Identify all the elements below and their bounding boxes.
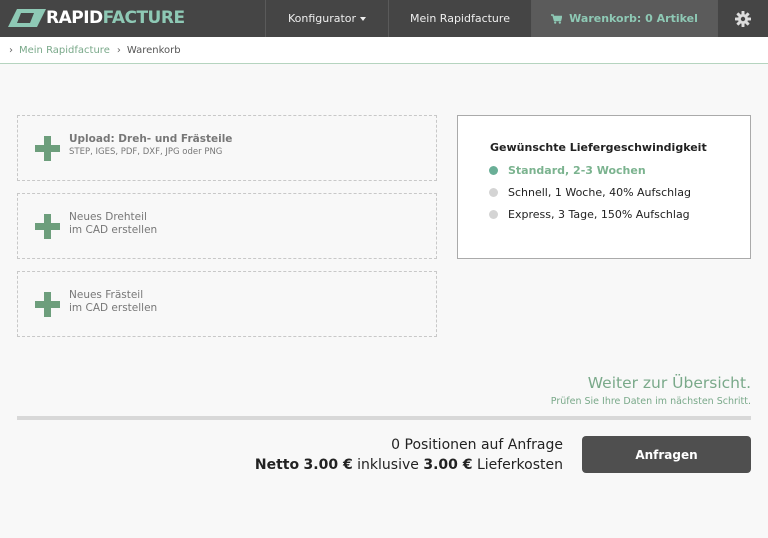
plus-icon <box>35 292 60 317</box>
new-fraesteil-box[interactable]: Neues Frästeil im CAD erstellen <box>17 271 437 337</box>
radio-selected-icon <box>489 166 498 175</box>
upload-formats: STEP, IGES, PDF, DXF, JPG oder PNG <box>69 147 223 157</box>
top-navigation-bar: RAPIDFACTURE Konfigurator Mein Rapidfact… <box>0 0 768 37</box>
plus-icon <box>35 136 60 161</box>
nav-cart[interactable]: Warenkorb: 0 Artikel <box>531 0 717 37</box>
new-drehteil-title: Neues Drehteil <box>69 211 147 223</box>
chevron-right-icon: › <box>116 44 121 56</box>
delivery-cost-value: 3.00 € <box>423 457 473 473</box>
breadcrumb: › Mein Rapidfacture › Warenkorb <box>0 37 768 64</box>
next-step-title: Weiter zur Übersicht. <box>587 374 751 392</box>
new-fraesteil-title: Neues Frästeil <box>69 289 144 301</box>
upload-parts-box[interactable]: Upload: Dreh- und Frästeile STEP, IGES, … <box>17 115 437 181</box>
positions-count: 0 Positionen auf Anfrage <box>391 437 563 453</box>
netto-label: Netto <box>254 457 300 473</box>
speed-option-label: Schnell, 1 Woche, 40% Aufschlag <box>508 186 691 199</box>
new-drehteil-box[interactable]: Neues Drehteil im CAD erstellen <box>17 193 437 259</box>
nav-mein-label: Mein Rapidfacture <box>410 12 510 25</box>
divider <box>17 416 751 420</box>
delivery-speed-title: Gewünschte Liefergeschwindigkeit <box>490 141 707 154</box>
next-step-subtitle: Prüfen Sie Ihre Daten im nächsten Schrit… <box>550 396 751 407</box>
speed-option-label: Express, 3 Tage, 150% Aufschlag <box>508 208 690 221</box>
netto-total: Netto 3.00 € inklusive 3.00 € Lieferkost… <box>255 457 563 473</box>
logo-text: RAPIDFACTURE <box>46 8 185 28</box>
new-drehteil-sub: im CAD erstellen <box>69 224 158 236</box>
plus-icon <box>35 214 60 239</box>
netto-value: 3.00 € <box>303 457 353 473</box>
nav-cart-label: Warenkorb: 0 Artikel <box>569 12 698 25</box>
upload-title: Upload: Dreh- und Frästeile <box>69 133 233 145</box>
nav-konfigurator-label: Konfigurator <box>287 12 357 25</box>
anfragen-button[interactable]: Anfragen <box>582 436 751 473</box>
new-fraesteil-sub: im CAD erstellen <box>69 302 158 314</box>
cart-icon <box>551 13 563 24</box>
chevron-right-icon: › <box>9 44 13 56</box>
breadcrumb-link-mein[interactable]: Mein Rapidfacture <box>19 45 110 56</box>
nav-mein-rapidfacture[interactable]: Mein Rapidfacture <box>388 0 531 37</box>
radio-icon <box>489 188 498 197</box>
parallelogram-logo-icon <box>8 9 46 27</box>
breadcrumb-current: Warenkorb <box>126 44 181 56</box>
gear-icon <box>735 10 751 27</box>
delivery-speed-panel: Gewünschte Liefergeschwindigkeit Standar… <box>457 115 751 259</box>
speed-option-label: Standard, 2-3 Wochen <box>508 164 646 177</box>
radio-icon <box>489 210 498 219</box>
speed-option-standard[interactable]: Standard, 2-3 Wochen <box>489 164 646 177</box>
inklusive-text: inklusive <box>357 457 419 473</box>
nav-konfigurator[interactable]: Konfigurator <box>265 0 388 37</box>
speed-option-express[interactable]: Express, 3 Tage, 150% Aufschlag <box>489 208 690 221</box>
caret-down-icon <box>360 16 367 21</box>
delivery-cost-label: Lieferkosten <box>476 457 563 473</box>
settings-button[interactable] <box>717 0 768 37</box>
logo[interactable]: RAPIDFACTURE <box>8 6 185 30</box>
speed-option-schnell[interactable]: Schnell, 1 Woche, 40% Aufschlag <box>489 186 691 199</box>
